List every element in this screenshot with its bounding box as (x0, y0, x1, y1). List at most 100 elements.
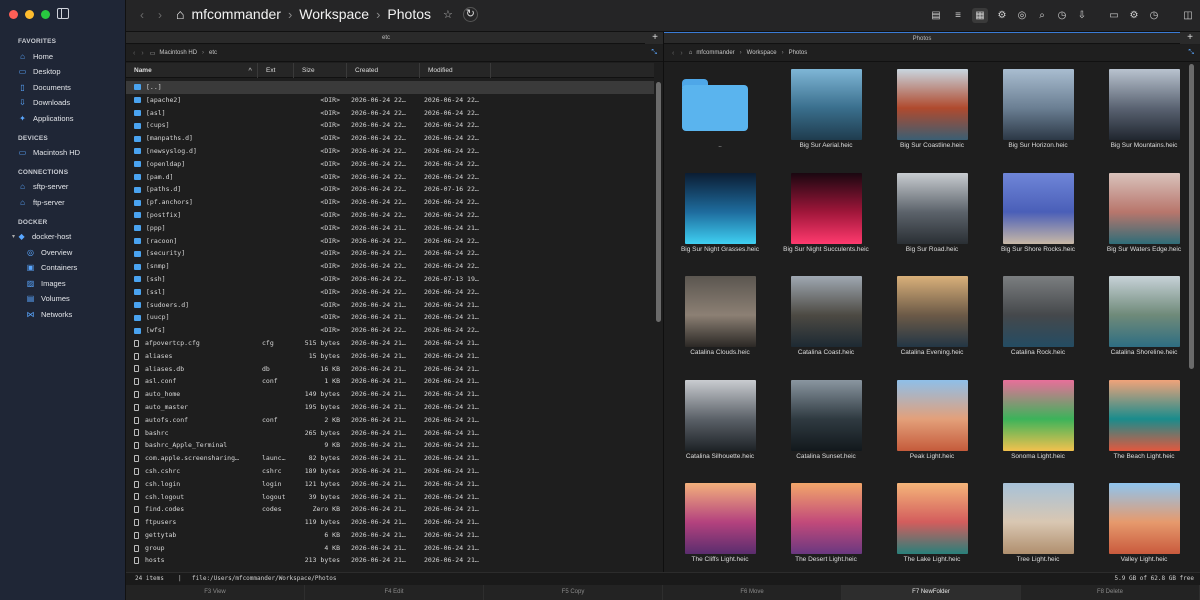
photo-item[interactable]: Sonoma Light.heic (988, 375, 1088, 475)
photo-item[interactable]: Catalina Sunset.heic (776, 375, 876, 475)
table-row[interactable]: [paths.d] <DIR> 2026-06-24 22… 2026-07-16 2… (126, 183, 654, 196)
path-item[interactable]: etc (209, 50, 217, 56)
sidebar-item-home[interactable]: ⌂ Home (18, 49, 53, 63)
photo-item[interactable]: Peak Light.heic (882, 375, 982, 475)
table-row[interactable]: [ssh] <DIR> 2026-06-24 22… 2026-07-13 19… (126, 273, 654, 286)
table-row[interactable]: [sudoers.d] <DIR> 2026-06-24 21… 2026-06-24… (126, 299, 654, 312)
photo-item[interactable]: Catalina Shoreline.heic (1094, 271, 1194, 371)
photo-item[interactable]: Valley Light.heic (1094, 478, 1194, 578)
sidebar-item-docker-host[interactable]: ▾ ◆ docker-host (12, 229, 71, 243)
table-row[interactable]: auto_master 195 bytes 2026-06-24 21… 2026-0… (126, 401, 654, 414)
left-pane-tab[interactable]: etc (126, 32, 646, 44)
sidebar-item-documents[interactable]: ▯ Documents (18, 80, 71, 94)
table-row[interactable]: auto_home 149 bytes 2026-06-24 21… 2026-06-… (126, 388, 654, 401)
table-row[interactable]: csh.cshrc cshrc 189 bytes 2026-06-24 21… 202… (126, 465, 654, 478)
photo-item[interactable]: Big Sur Shore Rocks.heic (988, 168, 1088, 268)
column-header-modified[interactable]: Modified (420, 63, 491, 78)
table-row[interactable]: hosts 213 bytes 2026-06-24 21… 2026-06-24 2… (126, 554, 654, 567)
table-row[interactable]: [cups] <DIR> 2026-06-24 22… 2026-06-24 22… (126, 119, 654, 132)
fkey-button-f6[interactable]: F6 Move (663, 585, 842, 600)
breadcrumb-item[interactable]: mfcommander (191, 6, 280, 22)
sync-icon[interactable]: ⤡ (1188, 49, 1194, 57)
table-row[interactable]: csh.login login 121 bytes 2026-06-24 21… 202… (126, 478, 654, 491)
photo-item[interactable]: Catalina Clouds.heic (670, 271, 770, 371)
sidebar-item-networks[interactable]: ⋈ Networks (26, 307, 73, 321)
photo-item[interactable]: Tree Light.heic (988, 478, 1088, 578)
table-row[interactable]: [openldap] <DIR> 2026-06-24 22… 2026-06-24 … (126, 158, 654, 171)
sidebar-item-images[interactable]: ▨ Images (26, 276, 66, 290)
sidebar-item-ftp-server[interactable]: ⌂ ftp-server (18, 195, 65, 209)
column-header-created[interactable]: Created (347, 63, 420, 78)
chevron-down-icon[interactable]: ▾ (12, 233, 15, 240)
table-row[interactable]: aliases.db db 16 KB 2026-06-24 21… 2026-06-2… (126, 363, 654, 376)
table-row[interactable]: [pam.d] <DIR> 2026-06-24 22… 2026-06-24 22… (126, 171, 654, 184)
table-row[interactable]: [wfs] <DIR> 2026-06-24 22… 2026-06-24 22… (126, 324, 654, 337)
table-row[interactable]: find.codes codes Zero KB 2026-06-24 21… 2026… (126, 503, 654, 516)
sidebar-item-desktop[interactable]: ▭ Desktop (18, 65, 61, 79)
table-row[interactable]: csh.logout logout 39 bytes 2026-06-24 21… 20… (126, 491, 654, 504)
settings-icon[interactable]: ⚙ (1126, 8, 1142, 23)
photo-item[interactable]: Big Sur Night Succulents.heic (776, 168, 876, 268)
chevron-left-icon[interactable]: ‹ (672, 50, 674, 57)
table-row[interactable]: gettytab 6 KB 2026-06-24 21… 2026-06-24 21… (126, 529, 654, 542)
sidebar-toggle-icon[interactable] (57, 8, 69, 19)
search-icon[interactable]: ⌕ (1034, 8, 1050, 23)
photo-item[interactable]: The Beach Light.heic (1094, 375, 1194, 475)
sidebar-item-overview[interactable]: ◎ Overview (26, 245, 72, 259)
table-row[interactable]: [racoon] <DIR> 2026-06-24 22… 2026-06-24 22… (126, 235, 654, 248)
panel-view-icon[interactable]: ▤ (928, 8, 944, 23)
globe-icon[interactable]: ◎ (1014, 8, 1030, 23)
breadcrumb-item[interactable]: Workspace (299, 6, 369, 22)
table-row[interactable]: [security] <DIR> 2026-06-24 22… 2026-06-24 … (126, 247, 654, 260)
pane-divider[interactable] (663, 32, 664, 572)
path-item[interactable]: Photos (789, 50, 808, 56)
sidebar-item-containers[interactable]: ▣ Containers (26, 261, 78, 275)
add-tab-button[interactable]: + (645, 32, 665, 44)
table-row[interactable]: [ppp] <DIR> 2026-06-24 21… 2026-06-24 21… (126, 222, 654, 235)
right-pane-tab[interactable]: Photos (664, 32, 1180, 44)
chevron-right-icon[interactable]: › (680, 50, 682, 57)
table-row[interactable]: aliases 15 bytes 2026-06-24 21… 2026-06-24 … (126, 350, 654, 363)
zoom-window-button[interactable] (41, 10, 50, 19)
star-icon[interactable]: ☆ (443, 8, 453, 21)
clock-icon[interactable]: ◷ (1146, 8, 1162, 23)
photo-item[interactable]: The Cliffs Light.heic (670, 478, 770, 578)
refresh-icon[interactable]: ↻ (462, 6, 478, 22)
photo-item[interactable]: Big Sur Aerial.heic (776, 64, 876, 164)
table-row[interactable]: com.apple.screensharing… launc… 82 bytes 20… (126, 452, 654, 465)
terminal-icon[interactable]: ▭ (1106, 8, 1122, 23)
table-row[interactable]: [asl] <DIR> 2026-06-24 22… 2026-06-24 22… (126, 107, 654, 120)
photo-item[interactable]: Big Sur Horizon.heic (988, 64, 1088, 164)
grid-view-icon[interactable]: ▦ (972, 8, 988, 23)
photo-item[interactable]: Big Sur Mountains.heic (1094, 64, 1194, 164)
photo-item[interactable]: Big Sur Road.heic (882, 168, 982, 268)
breadcrumb-item[interactable]: Photos (387, 6, 431, 22)
minimize-window-button[interactable] (25, 10, 34, 19)
table-row[interactable]: asl.conf conf 1 KB 2026-06-24 21… 2026-06-24… (126, 375, 654, 388)
right-scrollbar[interactable] (1189, 64, 1194, 369)
photo-item[interactable]: Big Sur Coastline.heic (882, 64, 982, 164)
download-icon[interactable]: ⇩ (1074, 8, 1090, 23)
photo-item[interactable]: Catalina Coast.heic (776, 271, 876, 371)
left-scrollbar[interactable] (656, 82, 661, 322)
path-item[interactable]: Workspace (747, 50, 777, 56)
forward-button[interactable]: › (152, 8, 168, 22)
table-row[interactable]: [ssl] <DIR> 2026-06-24 22… 2026-06-24 22… (126, 286, 654, 299)
photo-item[interactable]: The Desert Light.heic (776, 478, 876, 578)
table-row[interactable]: autofs.conf conf 2 KB 2026-06-24 21… 2026-06… (126, 414, 654, 427)
table-row[interactable]: group 4 KB 2026-06-24 21… 2026-06-24 21… (126, 542, 654, 555)
back-button[interactable]: ‹ (134, 8, 150, 22)
sidebar-item-sftp-server[interactable]: ⌂ sftp-server (18, 179, 68, 193)
sidebar-item-downloads[interactable]: ⇩ Downloads (18, 96, 70, 110)
path-item[interactable]: Macintosh HD (159, 50, 197, 56)
photo-item[interactable]: Big Sur Night Grasses.heic (670, 168, 770, 268)
table-row[interactable]: [pf.anchors] <DIR> 2026-06-24 22… 2026-06-2… (126, 196, 654, 209)
gear-icon[interactable]: ⚙ (994, 8, 1010, 23)
photo-item[interactable]: Big Sur Waters Edge.heic (1094, 168, 1194, 268)
table-row[interactable]: [snmp] <DIR> 2026-06-24 22… 2026-06-24 22… (126, 260, 654, 273)
close-window-button[interactable] (9, 10, 18, 19)
parent-folder-item[interactable]: .. (670, 64, 770, 164)
column-header-ext[interactable]: Ext (258, 63, 294, 78)
list-view-icon[interactable]: ≡ (950, 8, 966, 23)
chevron-right-icon[interactable]: › (141, 50, 143, 57)
